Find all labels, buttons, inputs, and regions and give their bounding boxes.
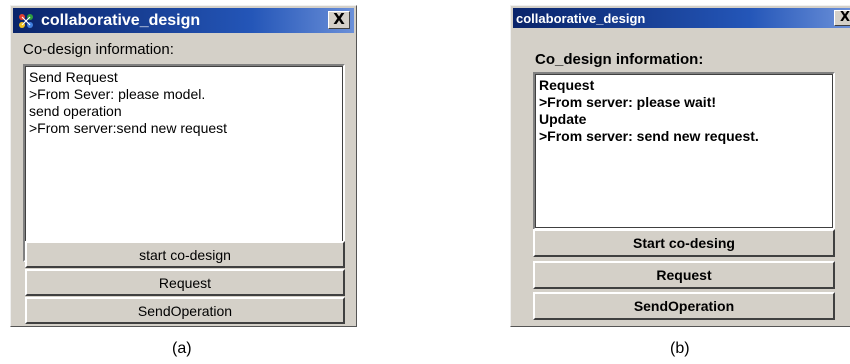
- window-a: collaborative_design X Co-design informa…: [10, 5, 357, 327]
- info-log[interactable]: Send Request >From Sever: please model. …: [23, 64, 345, 262]
- log-line: Update: [539, 111, 587, 127]
- window-title: collaborative_design: [41, 11, 201, 29]
- log-line: >From Sever: please model.: [29, 86, 206, 102]
- window-title: collaborative_design: [516, 10, 646, 26]
- info-label: Co_design information:: [535, 51, 704, 68]
- close-icon[interactable]: X: [834, 10, 850, 26]
- caption-a: (a): [172, 340, 192, 357]
- collaboration-icon: [17, 12, 35, 30]
- title-bar[interactable]: collaborative_design X: [513, 8, 850, 28]
- caption-b: (b): [670, 340, 690, 357]
- log-line: Send Request: [29, 69, 118, 85]
- title-bar[interactable]: collaborative_design X: [13, 8, 354, 33]
- start-codesign-button[interactable]: Start co-desing: [533, 229, 835, 257]
- log-line: >From server: send new request.: [539, 128, 759, 144]
- send-operation-button[interactable]: SendOperation: [533, 292, 835, 320]
- send-operation-button[interactable]: SendOperation: [25, 297, 345, 324]
- request-button[interactable]: Request: [533, 261, 835, 289]
- window-b: collaborative_design X Co_design informa…: [510, 5, 850, 327]
- log-line: >From server: please wait!: [539, 94, 717, 110]
- request-button[interactable]: Request: [25, 269, 345, 296]
- info-log[interactable]: Request >From server: please wait! Updat…: [533, 72, 835, 230]
- start-codesign-button[interactable]: start co-design: [25, 241, 345, 268]
- close-icon[interactable]: X: [328, 11, 350, 29]
- log-line: >From server:send new request: [29, 120, 228, 136]
- log-line: send operation: [29, 103, 122, 119]
- info-label: Co-design information:: [23, 41, 174, 58]
- log-line: Request: [539, 77, 595, 93]
